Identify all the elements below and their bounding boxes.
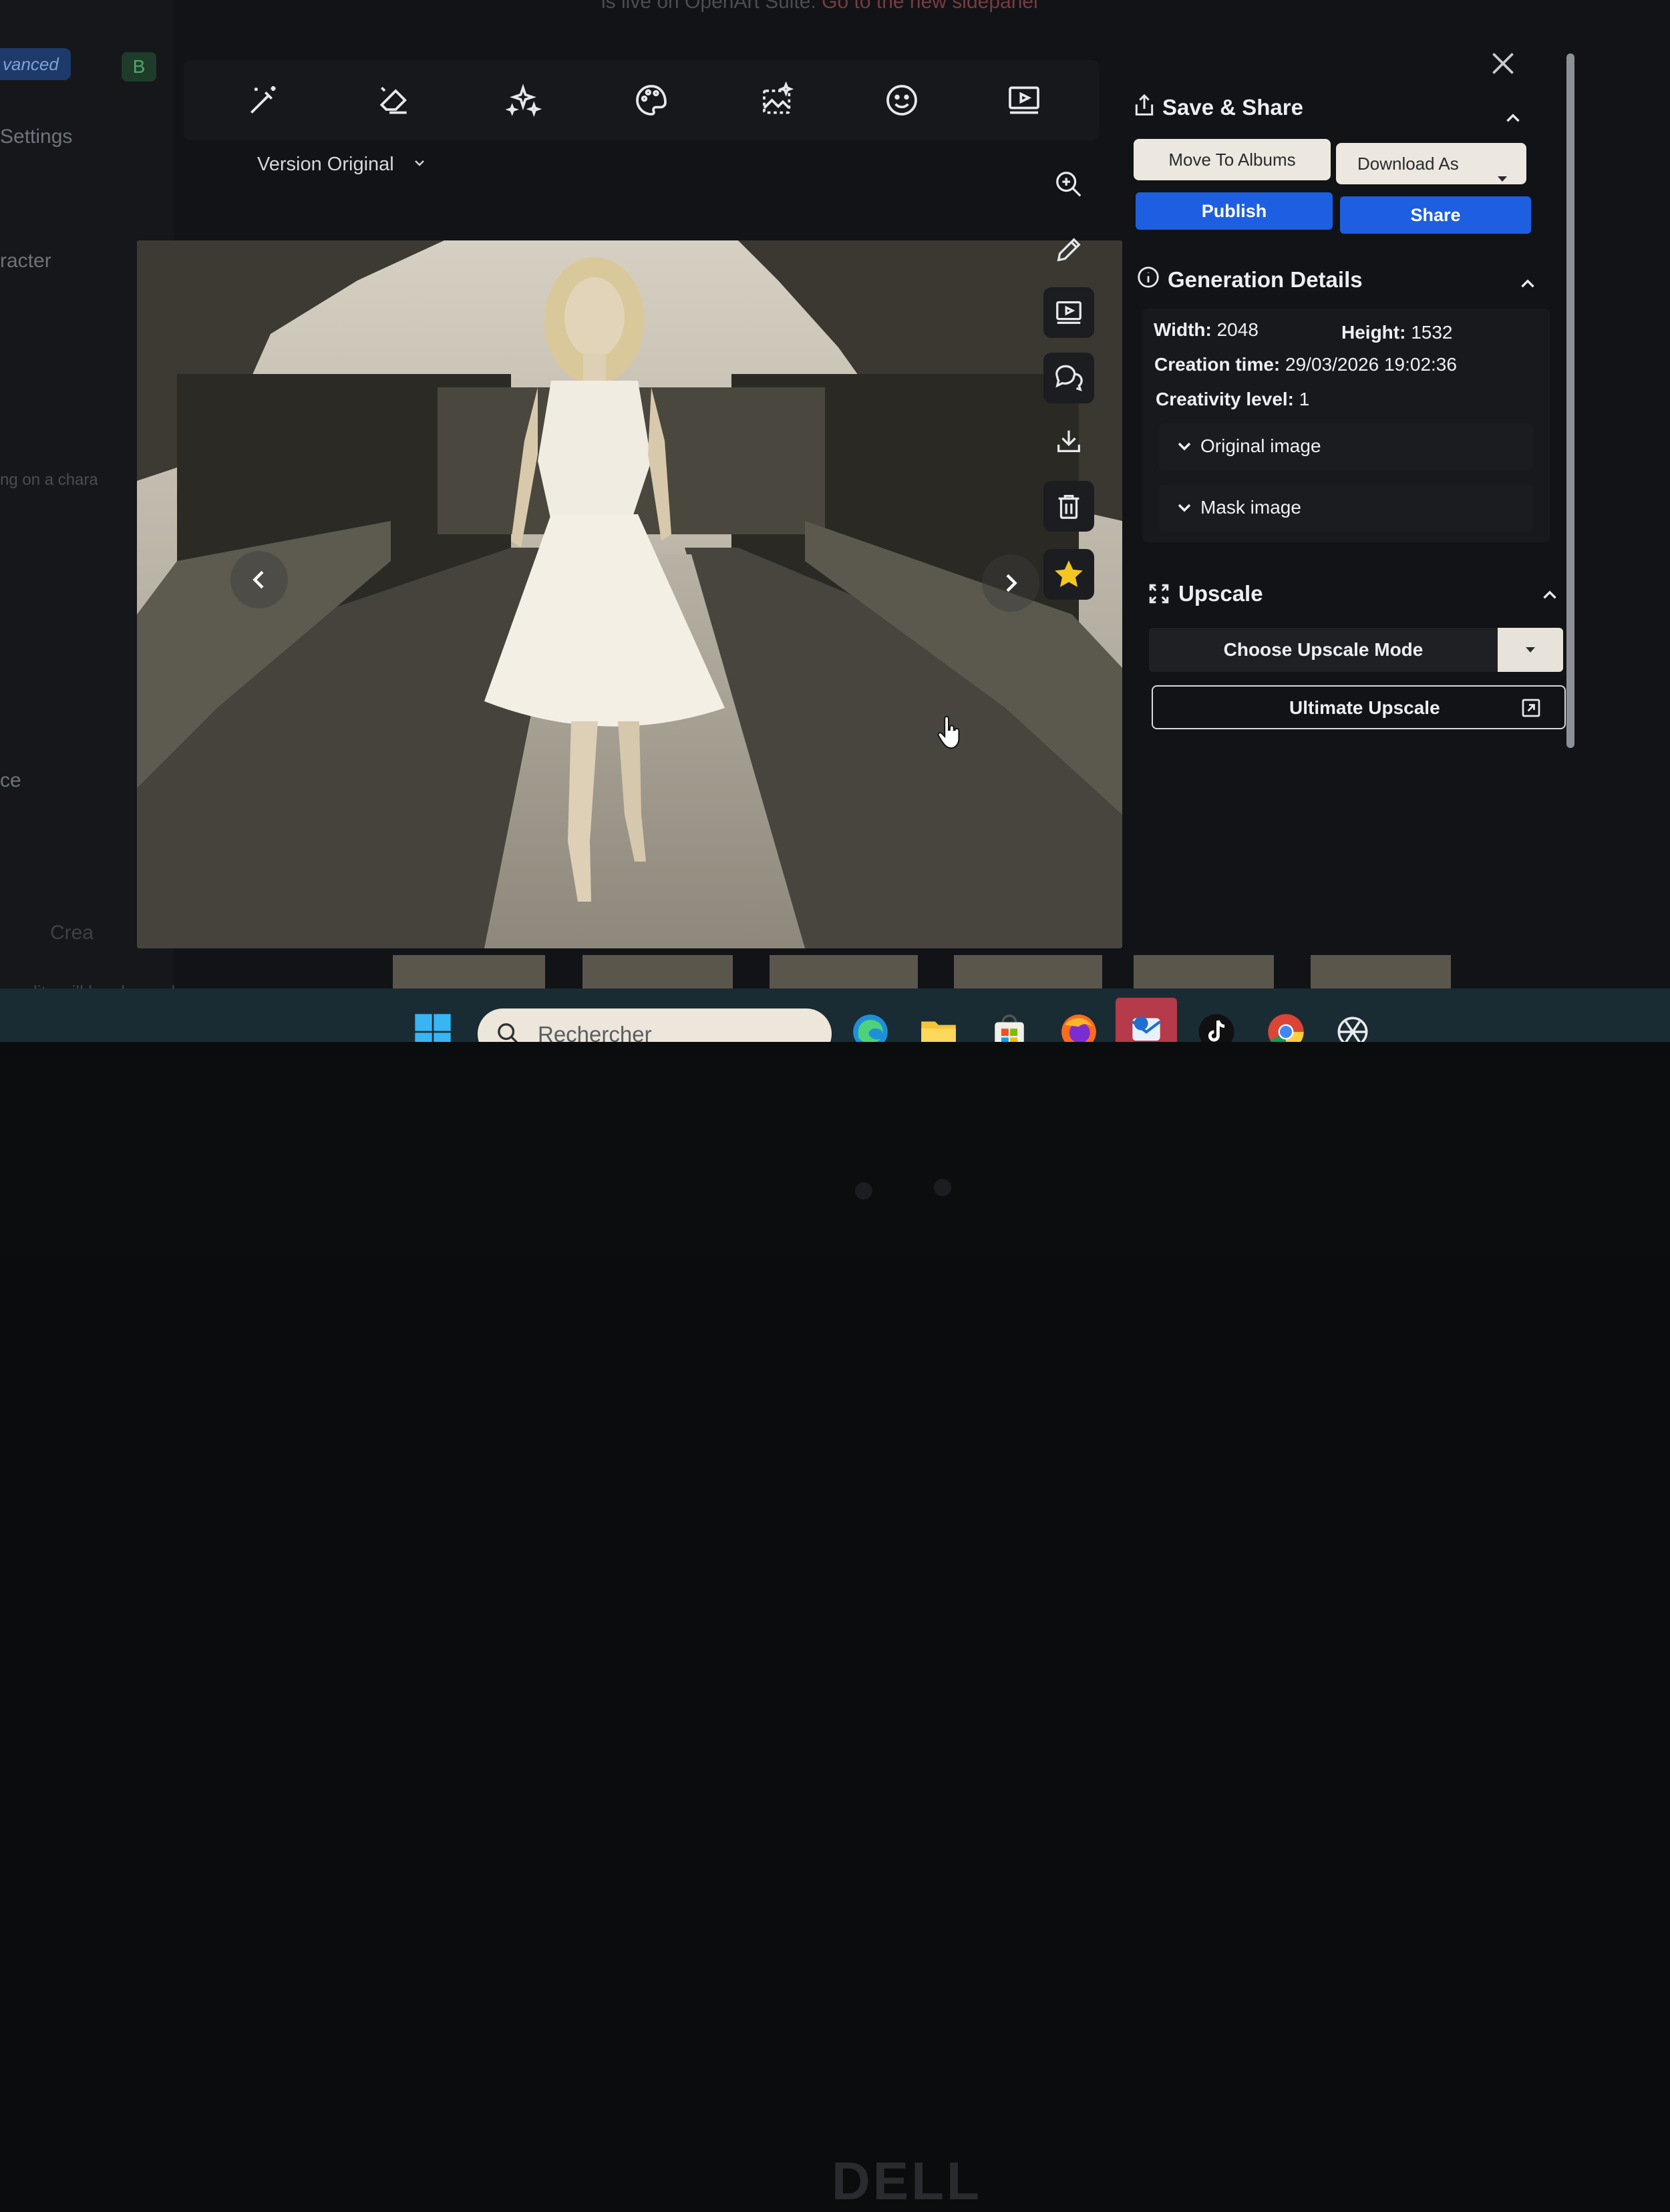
search-placeholder: Rechercher — [538, 1022, 652, 1042]
upscale-mode-dropdown[interactable] — [1498, 628, 1563, 672]
next-image-button[interactable] — [982, 554, 1039, 612]
mail-icon[interactable] — [1116, 998, 1177, 1042]
ultimate-upscale-button[interactable]: Ultimate Upscale — [1152, 685, 1566, 729]
info-icon — [1136, 264, 1161, 290]
panel-scrollbar[interactable] — [1566, 53, 1574, 748]
tiktok-icon[interactable] — [1193, 1008, 1240, 1042]
create-button[interactable]: Crea — [50, 922, 94, 944]
ultimate-upscale-label: Ultimate Upscale — [1289, 697, 1440, 718]
width-info: Width: 2048 — [1154, 319, 1259, 341]
download-as-button[interactable]: Download As — [1336, 143, 1526, 184]
edit-toolbar — [184, 60, 1099, 140]
upscale-title: Upscale — [1178, 581, 1263, 606]
chevron-up-icon[interactable] — [1538, 584, 1561, 606]
webcam-sensor — [855, 1182, 872, 1200]
generated-image — [137, 240, 1122, 948]
search-icon — [495, 1021, 522, 1042]
external-link-icon — [1519, 696, 1543, 725]
zoom-in-icon[interactable] — [1043, 159, 1094, 210]
windows-taskbar — [0, 988, 1670, 1042]
chevron-down-icon — [411, 154, 428, 176]
laptop-screen: is live on OpenArt Suite. Go to the new … — [0, 0, 1670, 1042]
edge-icon[interactable] — [847, 1008, 894, 1042]
image-edit-icon[interactable] — [752, 73, 805, 127]
width-value: 2048 — [1216, 319, 1259, 340]
banner-link[interactable]: Go to the new sidepanel — [822, 0, 1038, 13]
previous-image-button[interactable] — [230, 551, 288, 608]
creation-time-value: 29/03/2026 19:02:36 — [1285, 354, 1457, 375]
mask-image-label: Mask image — [1200, 497, 1301, 518]
original-image-toggle[interactable]: Original image — [1159, 423, 1533, 470]
publish-button[interactable]: Publish — [1136, 192, 1333, 230]
star-icon[interactable] — [1043, 549, 1094, 600]
height-value: 1532 — [1411, 322, 1453, 343]
version-selector[interactable]: Version Original — [257, 154, 428, 176]
trash-icon[interactable] — [1043, 481, 1094, 532]
caret-down-icon — [1496, 158, 1509, 199]
share-export-icon — [1131, 92, 1158, 119]
chat-icon[interactable] — [1043, 353, 1094, 403]
creativity-label: Creativity level: — [1156, 389, 1294, 409]
price-label: ce — [0, 769, 21, 791]
video-icon[interactable] — [1043, 287, 1094, 338]
chatgpt-icon[interactable] — [1329, 1008, 1376, 1042]
file-explorer-icon[interactable] — [915, 1008, 962, 1042]
banner-text: is live on OpenArt Suite. — [601, 0, 816, 13]
magic-wand-icon[interactable] — [237, 73, 291, 127]
share-button[interactable]: Share — [1340, 196, 1531, 234]
character-label: racter — [0, 250, 51, 272]
palette-icon[interactable] — [625, 73, 678, 127]
sparkles-icon[interactable] — [496, 73, 550, 127]
chrome-icon[interactable] — [1263, 1008, 1309, 1042]
chevron-up-icon[interactable] — [1502, 107, 1524, 130]
chevron-down-icon — [1174, 497, 1195, 522]
mask-image-toggle[interactable]: Mask image — [1159, 485, 1533, 532]
store-icon[interactable] — [986, 1008, 1033, 1042]
firefox-icon[interactable] — [1055, 1008, 1102, 1042]
taskbar-search[interactable]: Rechercher — [478, 1008, 832, 1042]
webcam-sensor — [934, 1179, 951, 1196]
laptop-bezel: DELL — [0, 1055, 1670, 2211]
chevron-down-icon — [1174, 435, 1195, 460]
hand-cursor-icon — [935, 716, 962, 749]
height-info: Height: 1532 — [1341, 322, 1453, 343]
creativity-info: Creativity level: 1 — [1156, 389, 1309, 410]
creation-time-info: Creation time: 29/03/2026 19:02:36 — [1154, 354, 1457, 375]
openart-app: is live on OpenArt Suite. Go to the new … — [0, 0, 1670, 1002]
video-icon[interactable] — [997, 73, 1051, 127]
original-image-label: Original image — [1200, 435, 1321, 456]
version-label: Version Original — [257, 154, 394, 175]
height-label: Height: — [1341, 322, 1406, 343]
windows-start-icon[interactable] — [409, 1008, 456, 1042]
face-icon[interactable] — [875, 73, 929, 127]
b-badge[interactable]: B — [122, 52, 156, 81]
generation-details-title: Generation Details — [1168, 267, 1363, 292]
settings-label: Settings — [0, 126, 73, 148]
dell-logo: DELL — [832, 2151, 982, 2211]
expand-icon — [1146, 581, 1172, 606]
advanced-tab[interactable]: vanced — [0, 48, 71, 80]
download-icon[interactable] — [1043, 415, 1094, 466]
save-share-title: Save & Share — [1162, 95, 1303, 120]
choose-upscale-mode-button[interactable]: Choose Upscale Mode — [1149, 628, 1498, 672]
close-icon[interactable] — [1486, 47, 1520, 80]
pencil-icon[interactable] — [1043, 224, 1094, 275]
eraser-icon[interactable] — [367, 73, 421, 127]
width-label: Width: — [1154, 319, 1212, 340]
hint-label: ng on a chara — [0, 471, 98, 489]
download-as-label: Download As — [1357, 154, 1459, 174]
move-to-albums-button[interactable]: Move To Albums — [1134, 139, 1331, 180]
creation-time-label: Creation time: — [1154, 354, 1281, 375]
announcement-banner: is live on OpenArt Suite. Go to the new … — [601, 0, 1038, 13]
chevron-up-icon[interactable] — [1516, 272, 1539, 295]
creativity-value: 1 — [1299, 389, 1310, 409]
